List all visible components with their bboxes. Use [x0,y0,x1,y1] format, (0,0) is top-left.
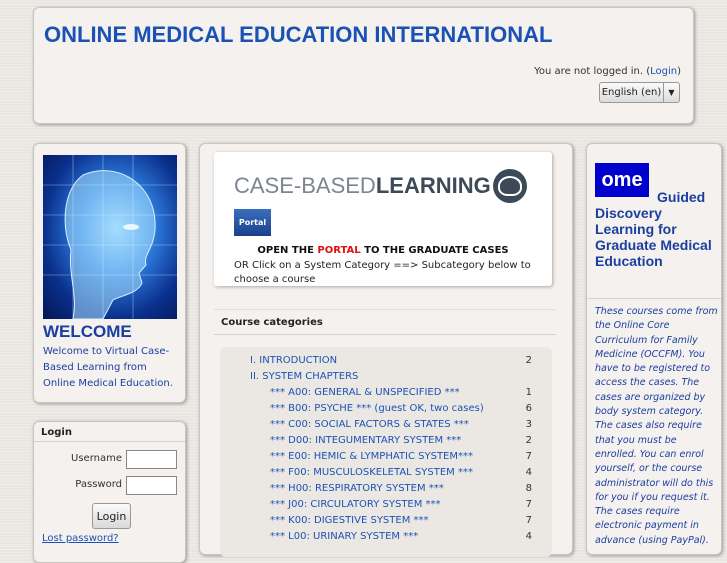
site-title[interactable]: ONLINE MEDICAL EDUCATION INTERNATIONAL [44,22,552,48]
brain-icon [492,169,527,203]
guided-discovery-heading: Guided Discovery Learning for Graduate M… [595,189,712,269]
category-row[interactable]: II. SYSTEM CHAPTERS [220,371,540,387]
category-count: 7 [525,515,532,526]
category-name[interactable]: *** C00: SOCIAL FACTORS & STATES *** [270,419,469,430]
category-name[interactable]: II. SYSTEM CHAPTERS [250,371,358,382]
category-row[interactable]: I. INTRODUCTION 2 [220,355,540,371]
open-suffix: TO THE GRADUATE CASES [360,245,509,256]
ome-info-block: ome Guided Discovery Learning for Gradua… [586,143,722,555]
category-row[interactable]: *** B00: PSYCHE *** (guest OK, two cases… [220,403,540,419]
open-portal-line: OPEN THE PORTAL TO THE GRADUATE CASES [214,245,552,256]
login-status-text: You are not logged in. ( [534,66,651,77]
category-name[interactable]: *** A00: GENERAL & UNSPECIFIED *** [270,387,460,398]
category-row[interactable]: *** C00: SOCIAL FACTORS & STATES *** 3 [220,419,540,435]
main-content: CASE-BASED LEARNING Portal OPEN THE PORTA… [199,143,573,557]
category-count: 8 [525,483,532,494]
category-row[interactable]: *** A00: GENERAL & UNSPECIFIED *** 1 [220,387,540,403]
username-input[interactable] [126,450,177,469]
welcome-block: WELCOME Welcome to Virtual Case-Based Le… [33,143,186,403]
subcategory-instructions: OR Click on a System Category ==> Subcat… [234,260,531,285]
portal-button[interactable]: Portal [234,209,271,236]
category-row[interactable]: *** J00: CIRCULATORY SYSTEM *** 7 [220,499,540,515]
category-name[interactable]: I. INTRODUCTION [250,355,337,366]
chevron-down-icon: ▼ [663,83,679,102]
category-name[interactable]: *** L00: URINARY SYSTEM *** [270,531,418,542]
category-count: 1 [525,387,532,398]
login-status: You are not logged in. (Login) [534,66,681,77]
welcome-heading: WELCOME [43,322,132,341]
category-count: 7 [525,451,532,462]
category-count: 2 [525,355,532,366]
category-name[interactable]: *** F00: MUSCULOSKELETAL SYSTEM *** [270,467,473,478]
category-name[interactable]: *** D00: INTEGUMENTARY SYSTEM *** [270,435,461,446]
category-name[interactable]: *** B00: PSYCHE *** (guest OK, two cases… [270,403,484,414]
welcome-text: Welcome to Virtual Case-Based Learning f… [43,346,173,389]
digital-face-image [43,155,177,319]
category-name[interactable]: *** E00: HEMIC & LYMPHATIC SYSTEM*** [270,451,473,462]
password-label: Password [75,479,122,490]
category-row[interactable]: *** F00: MUSCULOSKELETAL SYSTEM *** 4 [220,467,540,483]
course-categories-title: Course categories [221,317,323,328]
course-categories-header: Course categories [214,309,556,335]
header-panel: ONLINE MEDICAL EDUCATION INTERNATIONAL Y… [33,7,694,124]
category-name[interactable]: *** J00: CIRCULATORY SYSTEM *** [270,499,441,510]
category-row[interactable]: *** E00: HEMIC & LYMPHATIC SYSTEM*** 7 [220,451,540,467]
divider [34,441,185,442]
login-block: Login Username Password Login Lost passw… [33,421,186,563]
logo-dark-text: LEARNING [375,173,491,198]
login-block-title: Login [41,427,72,438]
login-button[interactable]: Login [92,503,131,529]
category-list: I. INTRODUCTION 2 II. SYSTEM CHAPTERS **… [220,347,552,557]
username-label: Username [71,453,122,464]
category-count: 2 [525,435,532,446]
category-count: 7 [525,499,532,510]
open-prefix: OPEN THE [257,245,318,256]
header-login-link[interactable]: Login [650,66,677,77]
category-row[interactable]: *** K00: DIGESTIVE SYSTEM *** 7 [220,515,540,531]
category-row[interactable]: *** H00: RESPIRATORY SYSTEM *** 8 [220,483,540,499]
category-count: 6 [525,403,532,414]
case-based-learning-box: CASE-BASED LEARNING Portal OPEN THE PORTA… [214,152,552,286]
language-select[interactable]: English (en) ▼ [599,82,680,103]
login-status-close: ) [677,66,681,77]
password-input[interactable] [126,476,177,495]
lost-password-link[interactable]: Lost password? [42,533,119,544]
open-portal-link[interactable]: PORTAL [317,245,360,256]
case-based-learning-logo[interactable]: CASE-BASED LEARNING [234,166,527,206]
category-name[interactable]: *** K00: DIGESTIVE SYSTEM *** [270,515,429,526]
category-row[interactable]: *** D00: INTEGUMENTARY SYSTEM *** 2 [220,435,540,451]
category-count: 3 [525,419,532,430]
language-select-value: English (en) [601,87,662,98]
category-count: 4 [525,467,532,478]
category-name[interactable]: *** H00: RESPIRATORY SYSTEM *** [270,483,444,494]
divider [587,298,721,299]
category-count: 4 [525,531,532,542]
course-description: These courses come from the Online Core … [595,306,718,546]
logo-light-text: CASE-BASED [234,173,376,198]
